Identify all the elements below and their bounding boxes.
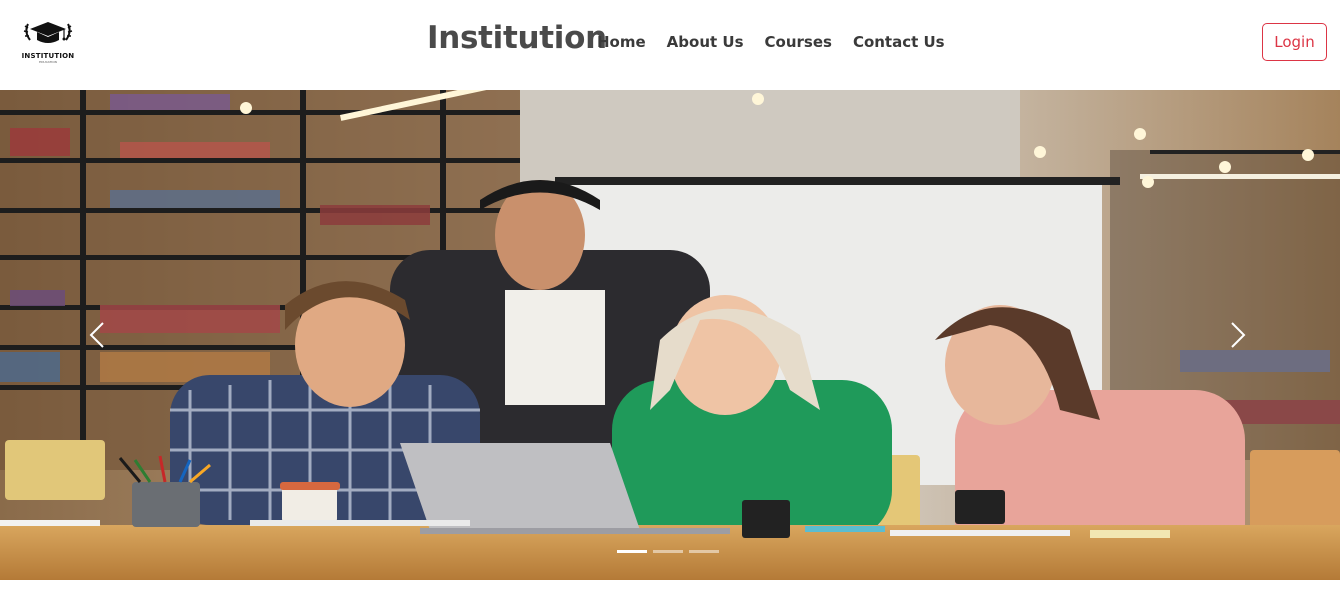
nav-contact-link[interactable]: Contact Us [853, 33, 945, 51]
nav-courses-link[interactable]: Courses [765, 33, 832, 51]
carousel-prev-button[interactable] [82, 315, 112, 355]
laptop [400, 443, 640, 530]
chevron-right-icon [1231, 322, 1246, 348]
main-nav: Home About Us Courses Contact Us [597, 33, 945, 51]
hero-carousel [0, 90, 1340, 580]
graduation-cap-icon [23, 22, 73, 43]
chevron-left-icon [89, 322, 104, 348]
carousel-next-button[interactable] [1223, 315, 1253, 355]
carousel-indicator-3[interactable] [689, 550, 719, 553]
carousel-indicator-1[interactable] [617, 550, 647, 553]
navbar: INSTITUTION EDUCATION Institution Home A… [0, 0, 1340, 90]
brand-title[interactable]: Institution [427, 20, 607, 56]
logo-subtext: EDUCATION [39, 60, 57, 64]
logo-text: INSTITUTION [21, 52, 75, 60]
login-button[interactable]: Login [1262, 23, 1327, 61]
projector-bar [555, 177, 1120, 185]
nav-about-link[interactable]: About Us [667, 33, 744, 51]
carousel-slide-image [0, 90, 1340, 580]
carousel-indicators [617, 550, 719, 553]
brand-logo[interactable]: INSTITUTION EDUCATION [20, 18, 76, 64]
nav-home-link[interactable]: Home [597, 33, 646, 51]
carousel-indicator-2[interactable] [653, 550, 683, 553]
